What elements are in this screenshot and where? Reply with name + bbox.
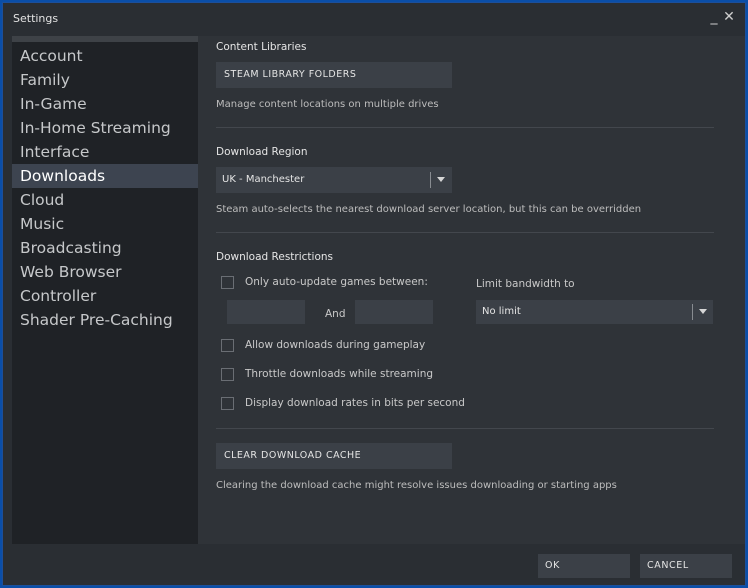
bandwidth-limit-label: Limit bandwidth to [476,278,575,290]
sidebar-item-cloud[interactable]: Cloud [12,188,198,212]
auto-update-window-label: Only auto-update games between: [245,276,428,288]
close-button[interactable]: ✕ [721,8,737,26]
sidebar-item-downloads[interactable]: Downloads [12,164,198,188]
sidebar-item-web-browser[interactable]: Web Browser [12,260,198,284]
minimize-button[interactable]: _ [706,8,722,26]
sidebar-item-family[interactable]: Family [12,68,198,92]
settings-window: Settings _ ✕ Account Family In-Game In-H… [2,2,746,586]
cancel-button[interactable]: CANCEL [640,554,732,578]
download-restrictions-title: Download Restrictions [216,251,333,263]
section-divider [216,428,714,429]
window-title: Settings [13,12,59,25]
clear-download-cache-button[interactable]: CLEAR DOWNLOAD CACHE [216,443,452,469]
download-region-description: Steam auto-selects the nearest download … [216,204,642,215]
checkbox-box[interactable] [221,276,234,289]
content-libraries-title: Content Libraries [216,41,307,53]
clear-cache-description: Clearing the download cache might resolv… [216,480,617,491]
checkbox-box[interactable] [221,397,234,410]
sidebar-top-strip [12,36,198,42]
title-bar[interactable]: Settings _ ✕ [3,3,745,35]
ok-button[interactable]: OK [538,554,630,578]
and-label: And [325,308,346,320]
sidebar-item-in-home-streaming[interactable]: In-Home Streaming [12,116,198,140]
checkbox-box[interactable] [221,368,234,381]
dropdown-separator [692,304,693,320]
bandwidth-limit-dropdown[interactable]: No limit [476,300,713,324]
content-libraries-description: Manage content locations on multiple dri… [216,99,439,110]
download-region-dropdown[interactable]: UK - Manchester [216,167,452,193]
download-region-value: UK - Manchester [222,174,305,185]
sidebar-item-account[interactable]: Account [12,44,198,68]
allow-downloads-during-gameplay-label: Allow downloads during gameplay [245,339,426,351]
download-region-title: Download Region [216,146,308,158]
chevron-down-icon [437,177,445,182]
steam-library-folders-button[interactable]: STEAM LIBRARY FOLDERS [216,62,452,88]
sidebar-item-music[interactable]: Music [12,212,198,236]
dropdown-separator [430,172,431,188]
sidebar-item-broadcasting[interactable]: Broadcasting [12,236,198,260]
section-divider [216,232,714,233]
throttle-downloads-while-streaming-label: Throttle downloads while streaming [245,368,434,380]
bandwidth-limit-value: No limit [482,306,521,317]
auto-update-start-time-input[interactable] [227,300,305,324]
sidebar-item-interface[interactable]: Interface [12,140,198,164]
checkbox-box[interactable] [221,339,234,352]
sidebar-item-controller[interactable]: Controller [12,284,198,308]
downloads-panel: Content Libraries STEAM LIBRARY FOLDERS … [198,36,745,544]
chevron-down-icon [699,309,707,314]
auto-update-end-time-input[interactable] [355,300,433,324]
settings-sidebar: Account Family In-Game In-Home Streaming… [12,36,198,544]
section-divider [216,127,714,128]
sidebar-item-shader-pre-caching[interactable]: Shader Pre-Caching [12,308,198,332]
sidebar-item-in-game[interactable]: In-Game [12,92,198,116]
dialog-footer: OK CANCEL [3,544,745,585]
display-rates-in-bits-label: Display download rates in bits per secon… [245,397,465,409]
